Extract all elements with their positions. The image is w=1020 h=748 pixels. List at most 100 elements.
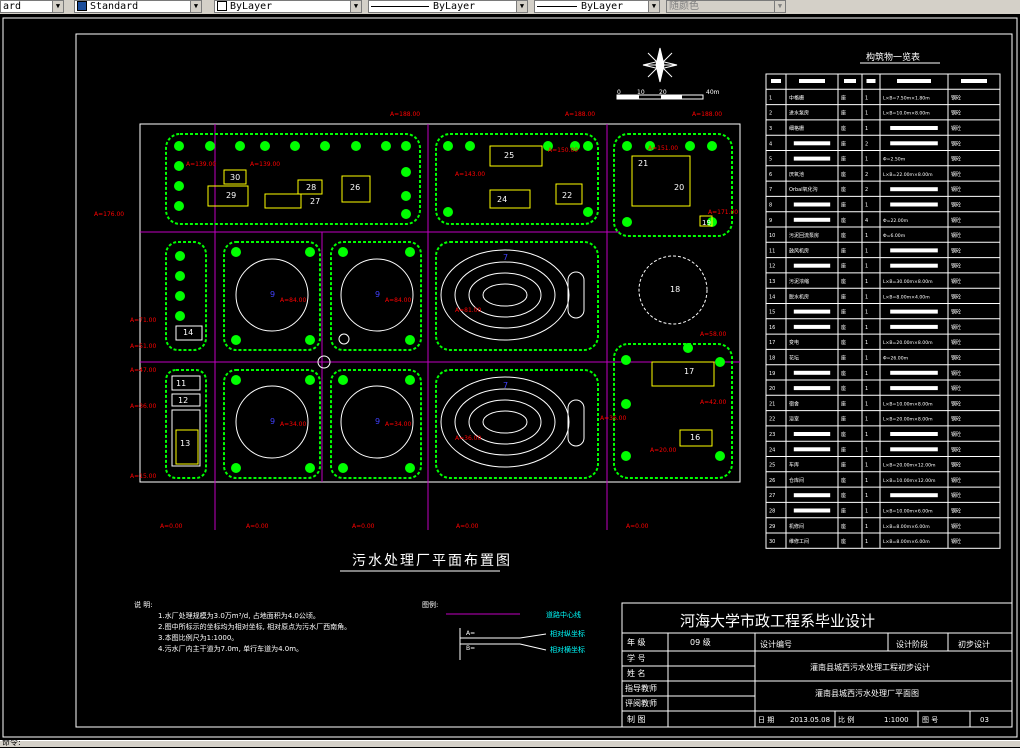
chevron-down-icon[interactable]: ▼ xyxy=(648,1,659,12)
table-cell: 1 xyxy=(865,202,868,208)
table-cell: 座 xyxy=(841,186,846,193)
unit-number: 11 xyxy=(176,379,186,388)
cad-drawing[interactable]: 0 10 20 40m 14 11 12 13 18 17 16 21 20 1… xyxy=(0,14,1020,740)
table-cell: 变电 xyxy=(789,339,799,346)
table-cell: L×B=10.0m×8.00m xyxy=(883,111,930,117)
table-cell: 座 xyxy=(841,370,846,377)
drawing-canvas[interactable]: 0 10 20 40m 14 11 12 13 18 17 16 21 20 1… xyxy=(0,14,1020,740)
chevron-down-icon[interactable]: ▼ xyxy=(52,1,63,12)
note-line: 2.图中所标示的坐标均为相对坐标, 相对原点为污水厂西南角。 xyxy=(158,622,351,631)
table-cell-blank xyxy=(793,370,831,375)
color-value: ByLayer xyxy=(230,1,273,12)
chevron-down-icon[interactable]: ▼ xyxy=(350,1,361,12)
table-cell: 厌氧池 xyxy=(789,171,804,178)
lineweight-value: ByLayer xyxy=(581,1,624,12)
date-value: 2013.05.08 xyxy=(790,716,830,724)
chevron-down-icon[interactable]: ▼ xyxy=(190,1,201,12)
scale-label-20: 20 xyxy=(659,89,667,96)
table-cell-blank xyxy=(793,431,831,436)
table-cell: 钢砼 xyxy=(951,370,961,377)
table-cell-blank xyxy=(793,141,831,146)
table-cell: 12 xyxy=(769,264,775,270)
table-cell: Φ=2.50m xyxy=(883,157,906,163)
svg-text:A=15.00: A=15.00 xyxy=(130,473,156,480)
table-cell: 27 xyxy=(769,493,775,499)
tb-label-name: 姓 名 xyxy=(627,668,646,678)
tb-label-reviewer: 评阅教师 xyxy=(625,698,657,708)
unit-number: 16 xyxy=(690,433,700,442)
legend-title: 图例: xyxy=(422,600,438,609)
table-cell: 座 xyxy=(841,201,846,208)
color-dropdown[interactable]: ByLayer ▼ xyxy=(214,0,362,13)
table-cell: 座 xyxy=(841,385,846,392)
table-cell: 1 xyxy=(865,493,868,499)
svg-text:A=58.00: A=58.00 xyxy=(700,331,726,338)
table-cell: 钢砼 xyxy=(951,523,961,530)
legend-abscissa: 相对横坐标 xyxy=(550,645,585,654)
north-arrow xyxy=(642,47,678,83)
table-cell: 座 xyxy=(841,538,846,545)
linetype-value: ByLayer xyxy=(433,1,476,12)
table-cell: 钢砼 xyxy=(951,278,961,285)
table-cell: 座 xyxy=(841,293,846,300)
text-style-value: Standard xyxy=(90,1,139,12)
unit-number: 12 xyxy=(178,396,188,405)
table-cell: 20 xyxy=(769,386,775,392)
table-cell: 11 xyxy=(769,248,775,254)
text-style-icon xyxy=(77,1,87,11)
svg-text:A=139.00: A=139.00 xyxy=(186,161,216,168)
stage-label: 设计阶段 xyxy=(896,639,928,649)
table-cell-blank xyxy=(890,431,938,436)
table-cell: 仓库间 xyxy=(789,477,804,484)
svg-text:A=36.00: A=36.00 xyxy=(130,403,156,410)
table-cell-blank xyxy=(793,217,831,222)
unit-number: 25 xyxy=(504,151,514,160)
plot-style-dropdown[interactable]: 随颜色 ▼ xyxy=(666,0,786,13)
table-cell: 钢砼 xyxy=(951,293,961,300)
chevron-down-icon[interactable]: ▼ xyxy=(516,1,527,12)
unit-number: 26 xyxy=(350,183,360,192)
unit-number: 9 xyxy=(270,290,275,299)
table-cell: 1 xyxy=(865,401,868,407)
table-cell: 钢砼 xyxy=(951,400,961,407)
svg-text:A=139.00: A=139.00 xyxy=(250,161,280,168)
text-style-dropdown[interactable]: Standard ▼ xyxy=(74,0,202,13)
table-cell-blank xyxy=(890,493,938,498)
table-cell: L×B=20.00m×12.00m xyxy=(883,463,936,469)
linetype-dropdown[interactable]: ByLayer ▼ xyxy=(368,0,528,13)
table-cell-blank xyxy=(890,324,938,329)
scale-label-40m: 40m xyxy=(706,89,720,96)
table-cell: 1 xyxy=(865,294,868,300)
layer-dropdown[interactable]: ard ▼ xyxy=(0,0,64,13)
table-cell: 座 xyxy=(841,263,846,270)
table-cell: 30 xyxy=(769,539,775,545)
table-cell-blank xyxy=(793,156,831,161)
table-cell: 钢砼 xyxy=(951,354,961,361)
lineweight-dropdown[interactable]: ByLayer ▼ xyxy=(534,0,660,13)
table-cell: 17 xyxy=(769,340,775,346)
table-cell-blank xyxy=(793,324,831,329)
table-cell: 座 xyxy=(841,171,846,178)
table-cell-blank xyxy=(793,202,831,207)
table-cell: 25 xyxy=(769,463,775,469)
notes-title: 说 明: xyxy=(134,600,153,609)
unit-number: 9 xyxy=(375,417,380,426)
table-cell: 29 xyxy=(769,524,775,530)
unit-number: 28 xyxy=(306,183,316,192)
table-cell: 1 xyxy=(865,233,868,239)
table-cell: 钢砼 xyxy=(951,446,961,453)
table-cell: 2 xyxy=(865,172,868,178)
note-line: 1.水厂处理规模为3.0万m³/d, 占地面积为4.0公顷。 xyxy=(158,611,320,620)
table-cell: 钢砼 xyxy=(951,462,961,469)
table-cell-blank xyxy=(890,309,938,314)
table-cell: 细格栅 xyxy=(789,125,804,132)
table-cell: 座 xyxy=(841,523,846,530)
svg-text:A=0.00: A=0.00 xyxy=(626,523,649,530)
chevron-down-icon[interactable]: ▼ xyxy=(774,1,785,12)
table-cell: 座 xyxy=(841,232,846,239)
table-cell: 4 xyxy=(769,141,772,147)
table-cell: L×B=8.00m×6.00m xyxy=(883,524,930,530)
table-cell: 1 xyxy=(865,463,868,469)
unit-number: 17 xyxy=(684,367,694,376)
table-cell: 1 xyxy=(769,95,772,101)
